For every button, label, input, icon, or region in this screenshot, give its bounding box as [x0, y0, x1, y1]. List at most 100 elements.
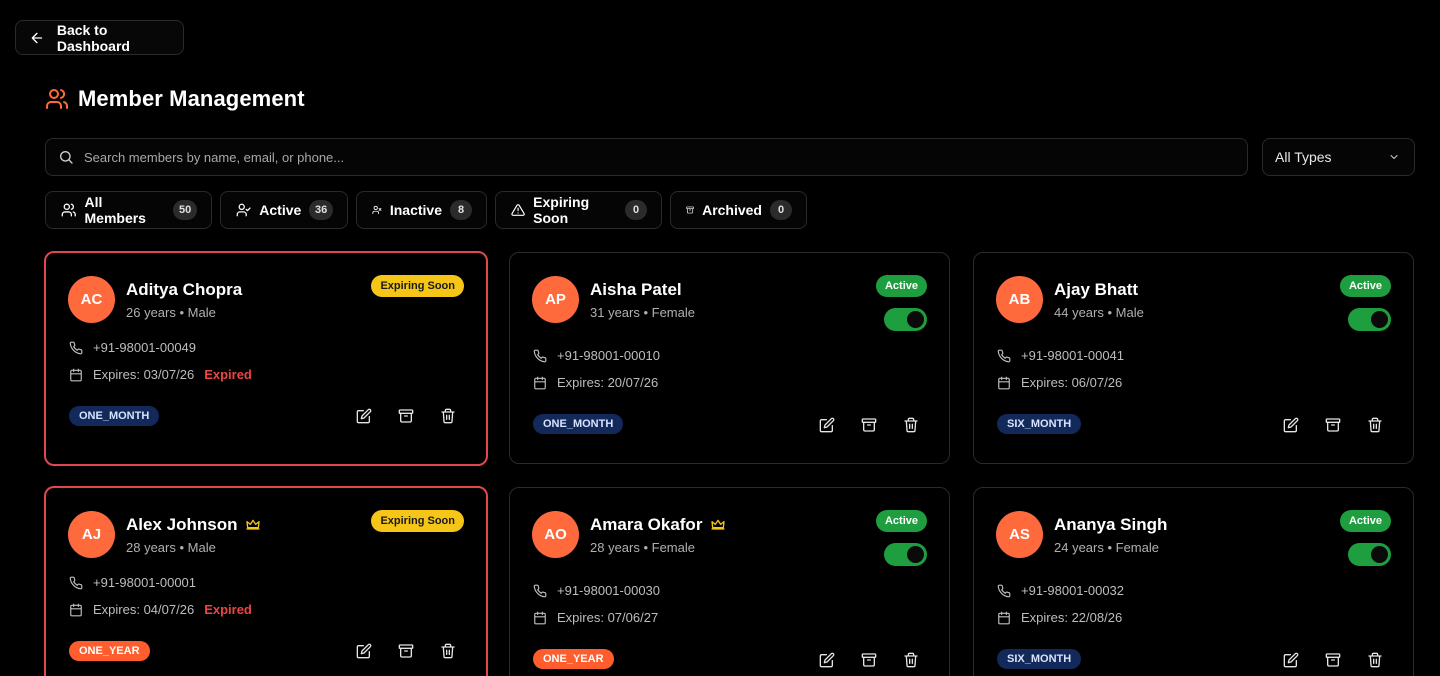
phone-row: +91-98001-00032: [997, 583, 1124, 598]
tab-active[interactable]: Active 36: [220, 191, 348, 229]
avatar: AP: [532, 276, 579, 323]
card-actions: [819, 652, 919, 668]
tab-count-badge: 0: [625, 200, 647, 220]
phone-row: +91-98001-00041: [997, 348, 1124, 363]
phone-icon: [69, 341, 83, 355]
status-badge: Expiring Soon: [371, 510, 464, 532]
member-age-gender: 31 years • Female: [590, 305, 695, 320]
back-button-label: Back to Dashboard: [56, 21, 130, 54]
member-card[interactable]: AC Aditya Chopra 26 years • Male Expirin…: [44, 251, 488, 466]
member-card[interactable]: AJ Alex Johnson 28 years • Male Expiring…: [44, 486, 488, 676]
calendar-icon: [533, 376, 547, 390]
phone-icon: [69, 576, 83, 590]
crown-icon: [710, 517, 726, 533]
user-check-icon: [236, 203, 251, 217]
archive-icon[interactable]: [1325, 652, 1341, 668]
trash-icon[interactable]: [903, 652, 919, 668]
status-badge: Active: [875, 275, 927, 297]
member-card[interactable]: AP Aisha Patel 31 years • Female Active …: [509, 252, 950, 464]
phone-row: +91-98001-00010: [533, 348, 660, 363]
trash-icon[interactable]: [1367, 417, 1383, 433]
phone-number: +91-98001-00032: [1021, 583, 1125, 598]
tab-count-badge: 36: [309, 200, 333, 220]
member-filter-tabs: All Members 50 Active 36 Inactive 8 Expi…: [45, 191, 807, 229]
tab-label: All Members: [84, 194, 146, 226]
member-age-gender: 44 years • Male: [1054, 305, 1144, 320]
calendar-icon: [69, 603, 83, 617]
tab-archived[interactable]: Archived 0: [670, 191, 807, 229]
user-x-icon: [372, 205, 382, 215]
calendar-icon: [69, 368, 83, 382]
edit-icon[interactable]: [1283, 417, 1299, 433]
member-name: Ajay Bhatt: [1054, 280, 1139, 299]
member-card[interactable]: AS Ananya Singh 24 years • Female Active…: [973, 487, 1414, 676]
edit-icon[interactable]: [819, 417, 835, 433]
page-title: Member Management: [78, 86, 305, 111]
active-toggle[interactable]: [1348, 543, 1391, 566]
phone-icon: [997, 349, 1011, 363]
active-toggle[interactable]: [1348, 308, 1391, 331]
trash-icon[interactable]: [1367, 652, 1383, 668]
back-to-dashboard-button[interactable]: Back to Dashboard: [15, 20, 184, 55]
avatar: AO: [532, 511, 579, 558]
card-actions: [356, 643, 456, 659]
phone-row: +91-98001-00001: [69, 575, 196, 590]
archive-icon[interactable]: [398, 643, 414, 659]
trash-icon[interactable]: [903, 417, 919, 433]
type-filter-value: All Types: [1275, 149, 1332, 165]
search-icon: [59, 151, 73, 164]
archive-icon[interactable]: [398, 408, 414, 424]
edit-icon[interactable]: [819, 652, 835, 668]
phone-row: +91-98001-00030: [533, 583, 660, 598]
plan-badge: SIX_MONTH: [997, 414, 1082, 434]
expiry-row: Expires: 07/06/27: [533, 610, 658, 625]
search-bar[interactable]: [45, 138, 1248, 176]
tab-count-badge: 50: [173, 200, 197, 220]
member-card[interactable]: AO Amara Okafor 28 years • Female Active…: [509, 487, 950, 676]
member-name-row: Amara Okafor: [590, 515, 726, 535]
member-name-row: Aisha Patel: [590, 280, 682, 300]
member-name-row: Ajay Bhatt: [1054, 280, 1138, 300]
member-age-gender: 26 years • Male: [126, 305, 216, 320]
expiry-date: Expires: 06/07/26: [1021, 375, 1123, 390]
calendar-icon: [533, 611, 547, 625]
plan-badge: ONE_MONTH: [533, 414, 624, 434]
phone-row: +91-98001-00049: [69, 340, 196, 355]
alert-triangle-icon: [511, 204, 525, 216]
tab-count-badge: 0: [770, 200, 792, 220]
archive-icon: [686, 206, 694, 214]
status-badge: Active: [1339, 510, 1391, 532]
page-header: Member Management: [45, 86, 305, 112]
edit-icon[interactable]: [1283, 652, 1299, 668]
tab-inactive[interactable]: Inactive 8: [356, 191, 487, 229]
phone-number: +91-98001-00030: [557, 583, 661, 598]
phone-number: +91-98001-00049: [93, 340, 197, 355]
active-toggle[interactable]: [884, 543, 927, 566]
archive-icon[interactable]: [1325, 417, 1341, 433]
edit-icon[interactable]: [356, 643, 372, 659]
archive-icon[interactable]: [861, 652, 877, 668]
expiry-row: Expires: 06/07/26: [997, 375, 1122, 390]
trash-icon[interactable]: [440, 643, 456, 659]
avatar: AB: [996, 276, 1043, 323]
type-filter-select[interactable]: All Types: [1262, 138, 1415, 176]
tab-label: Inactive: [389, 202, 442, 218]
member-card[interactable]: AB Ajay Bhatt 44 years • Male Active +91…: [973, 252, 1414, 464]
search-input[interactable]: [84, 149, 1247, 165]
expired-label: Expired: [204, 602, 252, 617]
calendar-icon: [997, 376, 1011, 390]
expiry-row: Expires: 03/07/26 Expired: [69, 367, 252, 382]
archive-icon[interactable]: [861, 417, 877, 433]
tab-all-members[interactable]: All Members 50: [45, 191, 212, 229]
edit-icon[interactable]: [356, 408, 372, 424]
expiry-row: Expires: 22/08/26: [997, 610, 1122, 625]
tab-expiring-soon[interactable]: Expiring Soon 0: [495, 191, 662, 229]
users-icon: [46, 89, 69, 109]
card-actions: [1283, 417, 1383, 433]
active-toggle[interactable]: [884, 308, 927, 331]
status-badge: Active: [1339, 275, 1391, 297]
member-name: Ananya Singh: [1054, 515, 1168, 534]
trash-icon[interactable]: [440, 408, 456, 424]
member-name: Alex Johnson: [126, 515, 238, 534]
member-age-gender: 28 years • Male: [126, 540, 216, 555]
